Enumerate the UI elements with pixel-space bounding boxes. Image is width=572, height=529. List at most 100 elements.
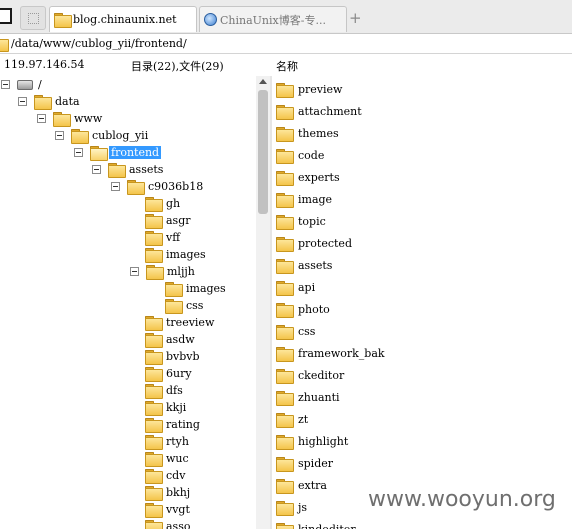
- tree-node[interactable]: 6ury: [145, 365, 194, 382]
- folder-list-item[interactable]: protected: [276, 234, 354, 252]
- tree-node-label: images: [166, 248, 206, 261]
- name-column-header[interactable]: 名称: [276, 58, 298, 74]
- tree-node[interactable]: dfs: [145, 382, 185, 399]
- folder-list-item[interactable]: css: [276, 322, 317, 340]
- folder-icon: [145, 401, 163, 416]
- folder-open-icon: [90, 146, 108, 161]
- info-bar: 119.97.146.54 目录(22),文件(29) 名称: [0, 54, 572, 76]
- folder-list-item[interactable]: experts: [276, 168, 342, 186]
- tab-label: blog.chinaunix.net: [73, 13, 177, 26]
- folder-list-item[interactable]: code: [276, 146, 326, 164]
- folder-list-item[interactable]: spider: [276, 454, 335, 472]
- folder-icon: [276, 434, 294, 450]
- tree-node[interactable]: treeview: [145, 314, 216, 331]
- tab-chinaunix-blog[interactable]: ChinaUnix博客-专...: [199, 6, 347, 32]
- tree-node[interactable]: rating: [145, 416, 202, 433]
- folder-list-item[interactable]: js: [276, 498, 309, 516]
- folder-icon: [276, 214, 294, 230]
- folder-list-item[interactable]: zhuanti: [276, 388, 342, 406]
- tree-node[interactable]: asso: [145, 518, 192, 529]
- folder-icon: [145, 486, 163, 501]
- drive-icon: [17, 79, 33, 90]
- collapse-toggle-icon[interactable]: [111, 182, 120, 191]
- folder-name: attachment: [298, 104, 362, 118]
- folder-name: preview: [298, 82, 343, 96]
- tree-node[interactable]: frontend: [74, 144, 162, 161]
- tree-node[interactable]: asdw: [145, 331, 197, 348]
- tree-node-label: gh: [166, 197, 181, 210]
- folder-icon: [145, 418, 163, 433]
- folder-icon: [276, 192, 294, 208]
- folder-list-item[interactable]: themes: [276, 124, 341, 142]
- folder-list-item[interactable]: kindeditor: [276, 520, 358, 529]
- collapse-toggle-icon[interactable]: [92, 165, 101, 174]
- tree-node[interactable]: mljjh: [130, 263, 197, 280]
- folder-list-item[interactable]: image: [276, 190, 334, 208]
- folder-name: api: [298, 280, 316, 294]
- tree-node[interactable]: gh: [145, 195, 182, 212]
- folder-list-item[interactable]: ckeditor: [276, 366, 346, 384]
- tree-node[interactable]: c9036b18: [111, 178, 205, 195]
- collapse-toggle-icon[interactable]: [74, 148, 83, 157]
- blank-tab[interactable]: [20, 6, 46, 30]
- folder-list-item[interactable]: api: [276, 278, 317, 296]
- folder-icon: [108, 163, 126, 178]
- tree-node[interactable]: images: [145, 246, 208, 263]
- collapse-toggle-icon[interactable]: [1, 80, 10, 89]
- tree-node-label: images: [186, 282, 226, 295]
- new-tab-button[interactable]: +: [349, 9, 362, 27]
- tree-node-label: treeview: [166, 316, 215, 329]
- folder-list-item[interactable]: framework_bak: [276, 344, 387, 362]
- folder-icon: [127, 180, 145, 195]
- tree-node[interactable]: kkji: [145, 399, 188, 416]
- tree-node[interactable]: assets: [92, 161, 165, 178]
- watermark: www.wooyun.org: [366, 487, 558, 512]
- tree-node[interactable]: bvbvb: [145, 348, 202, 365]
- folder-icon: [54, 13, 72, 28]
- collapse-toggle-icon[interactable]: [55, 131, 64, 140]
- blank-page-icon: [28, 13, 39, 24]
- folder-list-item[interactable]: preview: [276, 80, 344, 98]
- tree-node-label: dfs: [166, 384, 183, 397]
- folder-icon: [145, 452, 163, 467]
- tree-node-label: assets: [129, 163, 164, 176]
- tree-node-label: /: [38, 78, 42, 91]
- collapse-toggle-icon[interactable]: [130, 267, 139, 276]
- path-bar[interactable]: /data/www/cublog_yii/frontend/: [0, 34, 572, 54]
- tree-node[interactable]: bkhj: [145, 484, 192, 501]
- tree-node-label: www: [74, 112, 103, 125]
- folder-list-item[interactable]: zt: [276, 410, 310, 428]
- tree-node-label: data: [55, 95, 80, 108]
- collapse-toggle-icon[interactable]: [37, 114, 46, 123]
- window-icon[interactable]: [0, 8, 12, 24]
- folder-icon: [276, 478, 294, 494]
- scroll-up-icon[interactable]: [259, 79, 267, 84]
- tree-node[interactable]: /: [1, 76, 44, 93]
- tree-node[interactable]: vvgt: [145, 501, 192, 518]
- folder-list-item[interactable]: extra: [276, 476, 329, 494]
- tree-node-label: cublog_yii: [92, 129, 149, 142]
- collapse-toggle-icon[interactable]: [18, 97, 27, 106]
- tree-node[interactable]: vff: [145, 229, 182, 246]
- scrollbar-thumb[interactable]: [258, 90, 268, 214]
- tree-node[interactable]: wuc: [145, 450, 191, 467]
- tree-scrollbar[interactable]: [256, 76, 270, 529]
- folder-list-item[interactable]: highlight: [276, 432, 350, 450]
- folder-name: framework_bak: [298, 346, 385, 360]
- tree-node[interactable]: asgr: [145, 212, 193, 229]
- tree-node[interactable]: images: [165, 280, 228, 297]
- folder-name: css: [298, 324, 316, 338]
- folder-list-item[interactable]: attachment: [276, 102, 364, 120]
- tree-node[interactable]: css: [165, 297, 205, 314]
- folder-icon: [276, 280, 294, 296]
- tree-node[interactable]: cublog_yii: [55, 127, 150, 144]
- tree-node[interactable]: cdv: [145, 467, 187, 484]
- tab-blog-chinaunix[interactable]: blog.chinaunix.net: [49, 6, 197, 32]
- folder-list-item[interactable]: assets: [276, 256, 334, 274]
- folder-list-item[interactable]: topic: [276, 212, 328, 230]
- folder-list-item[interactable]: photo: [276, 300, 332, 318]
- tree-node[interactable]: data: [18, 93, 82, 110]
- tree-node[interactable]: rtyh: [145, 433, 191, 450]
- tree-node-label: c9036b18: [148, 180, 204, 193]
- tree-node[interactable]: www: [37, 110, 104, 127]
